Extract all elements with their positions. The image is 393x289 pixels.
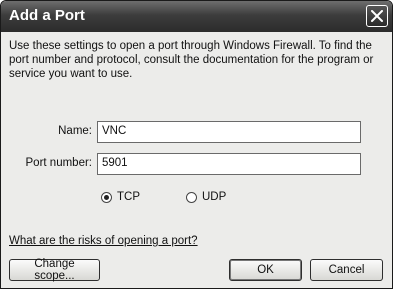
udp-label: UDP <box>202 191 227 203</box>
cancel-button[interactable]: Cancel <box>310 259 383 281</box>
title-bar[interactable]: Add a Port <box>1 1 392 32</box>
udp-radio[interactable]: UDP <box>186 191 226 203</box>
description-text: Use these settings to open a port throug… <box>9 40 374 80</box>
tcp-radio[interactable]: TCP <box>101 191 140 203</box>
port-number-label: Port number: <box>25 157 92 169</box>
tcp-label: TCP <box>117 191 140 203</box>
name-label: Name: <box>58 125 92 137</box>
port-number-input[interactable]: 5901 <box>97 153 361 175</box>
close-icon <box>371 10 383 22</box>
close-button[interactable] <box>366 5 388 27</box>
change-scope-button[interactable]: Change scope... <box>9 258 100 282</box>
risks-link[interactable]: What are the risks of opening a port? <box>9 235 198 247</box>
radio-unselected-icon <box>186 191 197 203</box>
name-input[interactable]: VNC <box>97 121 361 143</box>
dialog-title: Add a Port <box>9 7 85 24</box>
ok-button[interactable]: OK <box>229 259 302 281</box>
radio-selected-icon <box>101 191 112 203</box>
dialog-body: Use these settings to open a port throug… <box>4 32 389 285</box>
add-port-dialog: Add a Port Use these settings to open a … <box>0 0 393 289</box>
